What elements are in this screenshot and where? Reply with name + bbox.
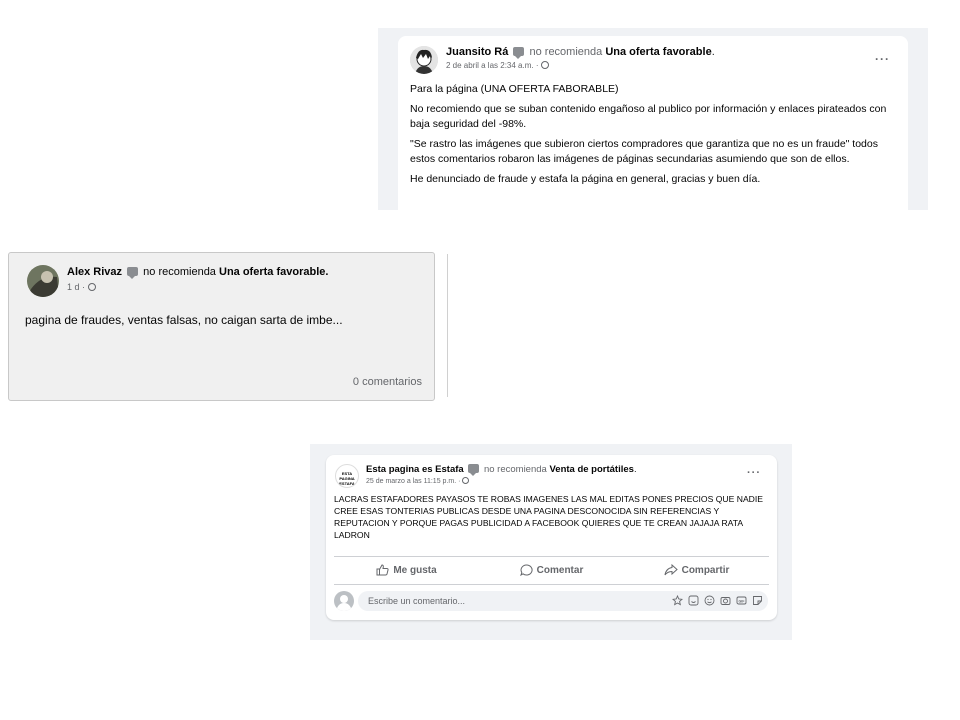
thumbs-up-icon [376, 564, 389, 576]
globe-icon [540, 61, 549, 69]
recommend-icon [127, 267, 139, 279]
page-name[interactable]: Una oferta favorable. [219, 266, 328, 278]
comment-icon [519, 564, 533, 576]
recommend-icon [468, 464, 480, 476]
author-avatar[interactable] [410, 46, 438, 74]
action-bar: Me gusta Comentar Compartir [334, 559, 769, 581]
author-name[interactable]: Juansito Rá [446, 46, 508, 58]
page-logo[interactable]: ESTA PAGINA ESTAFA [335, 464, 359, 488]
share-button[interactable]: Compartir [624, 559, 769, 581]
divider-line [447, 254, 448, 397]
like-label: Me gusta [393, 564, 437, 576]
avatar-sticker-icon[interactable] [672, 595, 683, 606]
camera-icon[interactable] [720, 595, 731, 606]
globe-icon [87, 283, 96, 291]
post-paragraph: No recomiendo que se suban contenido eng… [410, 103, 887, 130]
post-header: Alex Rivaz no recomienda Una oferta favo… [67, 266, 328, 279]
actions-divider-bottom [334, 584, 769, 585]
post-body: Para la página (UNA OFERTA FABORABLE) No… [410, 82, 900, 187]
logo-text: ESTA PAGINA ESTAFA [339, 471, 355, 486]
post-header: Juansito Rá no recomienda Una oferta fav… [446, 46, 715, 59]
post-paragraph: Para la página (UNA OFERTA FABORABLE) [410, 83, 619, 95]
comment-tools: GIF [672, 595, 763, 606]
author-name[interactable]: Esta pagina es Estafa [366, 464, 464, 475]
user-avatar[interactable] [334, 591, 354, 611]
comment-button[interactable]: Comentar [479, 559, 624, 581]
header-period: . [633, 464, 637, 475]
post-paragraph: "Se rastro las imágenes que subieron cie… [410, 138, 878, 165]
share-label: Compartir [681, 564, 730, 576]
gif-icon[interactable]: GIF [736, 595, 747, 606]
post-2-card: Alex Rivaz no recomienda Una oferta favo… [8, 252, 435, 401]
globe-icon [462, 477, 470, 484]
author-avatar[interactable] [27, 265, 59, 297]
recommend-icon [513, 47, 525, 59]
post-body: pagina de fraudes, ventas falsas, no cai… [25, 313, 343, 327]
post-header: Esta pagina es Estafa no recomienda Vent… [366, 464, 637, 476]
author-name[interactable]: Alex Rivaz [67, 266, 122, 278]
share-icon [664, 564, 678, 576]
more-options-icon[interactable]: ··· [747, 467, 761, 479]
post-paragraph: He denunciado de fraude y estafa la pági… [410, 173, 761, 185]
more-options-icon[interactable]: ··· [875, 52, 890, 66]
post-timestamp: 2 de abril a las 2:34 a.m. · [446, 61, 549, 70]
actions-divider [334, 556, 769, 557]
post-1-card: Juansito Rá no recomienda Una oferta fav… [398, 36, 908, 210]
comment-label: Comentar [536, 564, 584, 576]
comment-placeholder: Escribe un comentario... [368, 596, 466, 606]
comments-count[interactable]: 0 comentarios [353, 376, 422, 388]
timestamp-text[interactable]: 25 de marzo a las 11:15 p.m. · [366, 478, 460, 485]
post-body: LACRAS ESTAFADORES PAYASOS TE ROBAS IMAG… [334, 494, 764, 540]
timestamp-text[interactable]: 2 de abril a las 2:34 a.m. · [446, 61, 539, 70]
post-1-panel: Juansito Rá no recomienda Una oferta fav… [378, 28, 928, 210]
sticker-icon[interactable] [688, 595, 699, 606]
emoji-icon[interactable] [704, 595, 715, 606]
like-button[interactable]: Me gusta [334, 559, 479, 581]
page-name[interactable]: Una oferta favorable [605, 46, 711, 58]
svg-text:GIF: GIF [739, 599, 746, 603]
recommend-verb: no recomienda [529, 46, 603, 58]
post-timestamp: 25 de marzo a las 11:15 p.m. · [366, 477, 470, 485]
sticker-face-icon[interactable] [752, 595, 763, 606]
recommend-verb: no recomienda [143, 266, 216, 278]
timestamp-text[interactable]: 1 d · [67, 282, 85, 292]
recommend-verb: no recomienda [483, 464, 547, 475]
page-name[interactable]: Venta de portátiles [549, 464, 633, 475]
post-3-panel: ESTA PAGINA ESTAFA Esta pagina es Estafa… [310, 444, 792, 640]
post-timestamp: 1 d · [67, 282, 96, 292]
post-3-card: ESTA PAGINA ESTAFA Esta pagina es Estafa… [326, 455, 777, 620]
header-period: . [711, 46, 715, 58]
